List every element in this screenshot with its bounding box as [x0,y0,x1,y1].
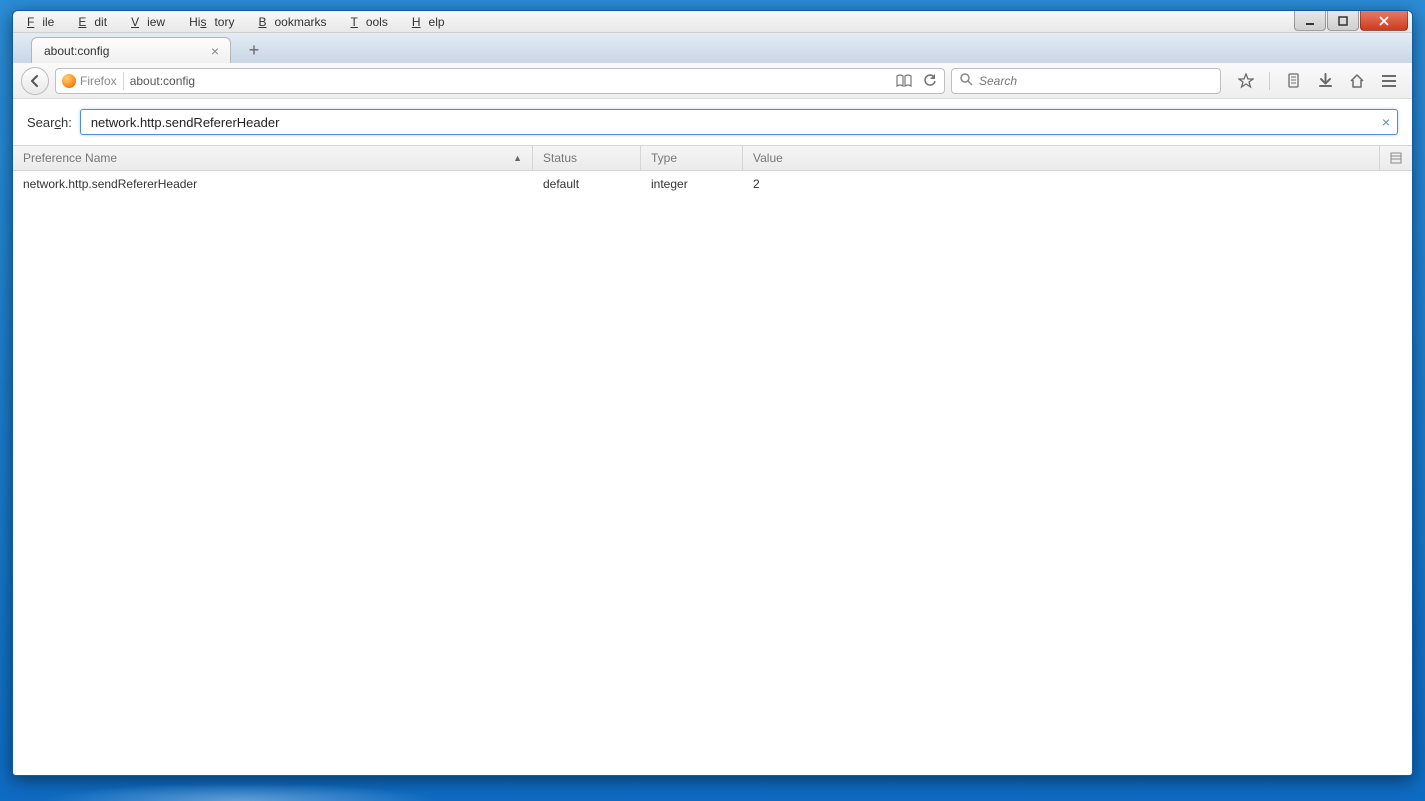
urlbar-right [890,73,938,89]
column-picker-icon[interactable] [1380,146,1412,170]
tab-close-icon[interactable]: × [208,44,222,58]
search-input[interactable] [979,74,1212,88]
reader-mode-icon[interactable] [896,73,912,89]
toolbar-icons [1227,72,1404,90]
close-button[interactable] [1360,11,1408,31]
reload-icon[interactable] [922,73,938,89]
back-button[interactable] [21,67,49,95]
clear-search-icon[interactable]: × [1382,114,1390,130]
pref-table-header: Preference Name ▲ Status Type Value [13,145,1412,171]
pref-search-input-wrap: × [80,109,1398,135]
table-row[interactable]: network.http.sendRefererHeader default i… [13,171,1412,197]
menu-tools[interactable]: Tools [342,13,403,31]
pref-search-input[interactable] [80,109,1398,135]
downloads-icon[interactable] [1316,72,1334,90]
menu-icon[interactable] [1380,72,1398,90]
window-controls [1294,11,1408,31]
minimize-button[interactable] [1294,11,1326,31]
menu-history[interactable]: History [181,13,250,31]
search-bar[interactable] [951,68,1221,94]
search-icon [960,73,973,89]
url-bar[interactable]: Firefox about:config [55,68,945,94]
menu-view[interactable]: View [123,13,181,31]
identity-label: Firefox [80,74,117,88]
url-text: about:config [130,74,884,88]
pref-table-body: network.http.sendRefererHeader default i… [13,171,1412,775]
bookmark-star-icon[interactable] [1237,72,1255,90]
menu-file[interactable]: File [19,13,70,31]
new-tab-button[interactable]: + [241,39,267,61]
cell-status: default [533,177,641,191]
navigation-toolbar: Firefox about:config [13,63,1412,99]
menu-help[interactable]: Help [404,13,461,31]
about-config-content: Search: × Preference Name ▲ Status Type … [13,99,1412,775]
browser-window: File Edit View History Bookmarks Tools H… [12,10,1413,776]
column-status[interactable]: Status [533,146,641,170]
toolbar-separator [1269,72,1270,90]
column-type[interactable]: Type [641,146,743,170]
firefox-icon [62,74,76,88]
pref-search-row: Search: × [13,99,1412,145]
home-icon[interactable] [1348,72,1366,90]
menu-edit[interactable]: Edit [70,13,123,31]
cell-type: integer [641,177,743,191]
menu-bookmarks[interactable]: Bookmarks [250,13,342,31]
cell-value: 2 [743,177,1412,191]
tab-title: about:config [44,44,109,58]
identity-box[interactable]: Firefox [62,72,124,90]
menu-bar: File Edit View History Bookmarks Tools H… [13,11,1412,33]
tab-about-config[interactable]: about:config × [31,37,231,63]
maximize-button[interactable] [1327,11,1359,31]
column-value[interactable]: Value [743,146,1380,170]
cell-name: network.http.sendRefererHeader [13,177,533,191]
sidebar-icon[interactable] [1284,72,1302,90]
tab-strip: about:config × + [13,33,1412,63]
desktop-background-hint [40,783,440,801]
sort-ascending-icon: ▲ [513,153,522,163]
column-preference-name[interactable]: Preference Name ▲ [13,146,533,170]
pref-search-label: Search: [27,115,72,130]
